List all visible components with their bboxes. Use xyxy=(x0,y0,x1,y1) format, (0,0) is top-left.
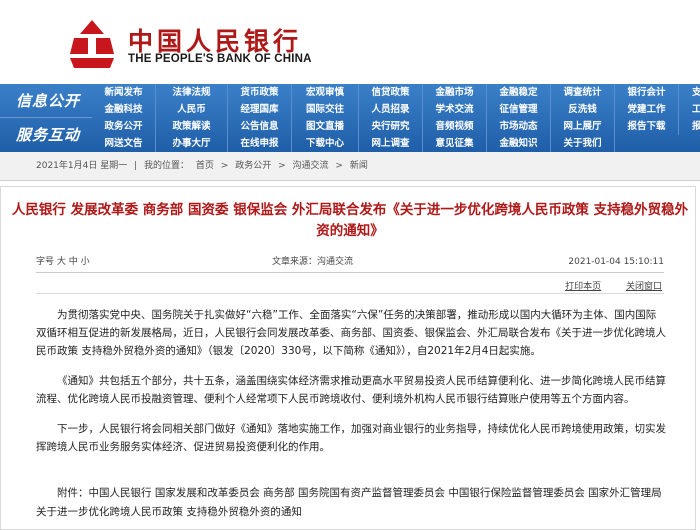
article-paragraph: 下一步，人民银行将会同相关部门做好《通知》落地实施工作，加强对商业银行的业务指导… xyxy=(36,423,666,453)
nav-link[interactable]: 学术交流 xyxy=(423,101,487,118)
nav-link[interactable]: 政策解读 xyxy=(156,118,228,135)
close-window-link[interactable]: 关闭窗口 xyxy=(626,282,662,292)
nav-link[interactable]: 在线申报 xyxy=(228,135,292,152)
nav-link[interactable]: 人员招录 xyxy=(359,101,423,118)
nav-row-4: 网送文告 办事大厅 在线申报 下载中心 网上调查 意见征集 金融知识 关于我们 xyxy=(92,135,700,152)
nav-link[interactable]: 调查统计 xyxy=(551,84,615,101)
nav-link[interactable]: 工会工作 xyxy=(679,101,700,118)
breadcrumb: 2021年1月4日 星期一 | 我的位置： 首页 > 政务公开 > 沟通交流 >… xyxy=(0,152,700,181)
nav-link[interactable]: 意见征集 xyxy=(423,135,487,152)
nav-link[interactable]: 经理国库 xyxy=(228,101,292,118)
article-source: 文章来源：沟通交流 xyxy=(272,257,354,267)
nav-link[interactable]: 公告信息 xyxy=(228,118,292,135)
nav-row-1: 新闻发布 法律法规 货币政策 宏观审慎 信贷政策 金融市场 金融稳定 调查统计 … xyxy=(92,84,700,101)
nav-section-service-interaction: 服务互动 xyxy=(16,126,81,144)
divider xyxy=(36,272,664,273)
current-date: 2021年1月4日 星期一 xyxy=(36,161,128,171)
nav-link[interactable]: 宏观审慎 xyxy=(292,84,359,101)
article-date: 2021-01-04 15:10:11 xyxy=(568,257,664,267)
bank-name-en: THE PEOPLE'S BANK OF CHINA xyxy=(128,53,312,65)
nav-link[interactable]: 金融市场 xyxy=(423,84,487,101)
nav-link[interactable]: 金融知识 xyxy=(487,135,551,152)
article-title: 人民银行 发展改革委 商务部 国资委 银保监会 外汇局联合发布《关于进一步优化跨… xyxy=(11,202,689,239)
nav-link[interactable]: 网送文告 xyxy=(92,135,156,152)
nav-link[interactable]: 金融科技 xyxy=(92,101,156,118)
nav-link[interactable]: 征信管理 xyxy=(487,101,551,118)
breadcrumb-separator: | xyxy=(134,161,138,171)
nav-link[interactable]: 信贷政策 xyxy=(359,84,423,101)
article-body: 为贯彻落实党中央、国务院关于扎实做好“六稳”工作、全面落实“六保”任务的决策部署… xyxy=(36,306,666,468)
nav-link[interactable]: 网上展厅 xyxy=(551,118,615,135)
article-paragraph: 为贯彻落实党中央、国务院关于扎实做好“六稳”工作、全面落实“六保”任务的决策部署… xyxy=(36,309,666,357)
nav-link[interactable]: 货币政策 xyxy=(228,84,292,101)
nav-row-2: 金融科技 人民币 经理国库 国际交往 人员招录 学术交流 征信管理 反洗钱 党建… xyxy=(92,101,700,118)
main-navigation: 信息公开 服务互动 新闻发布 法律法规 货币政策 宏观审慎 信贷政策 金融市场 … xyxy=(0,84,700,152)
nav-link[interactable]: 反洗钱 xyxy=(551,101,615,118)
nav-link[interactable]: 关于我们 xyxy=(551,135,615,152)
nav-link[interactable]: 人民币 xyxy=(156,101,228,118)
nav-link[interactable]: 支付体系 xyxy=(679,84,700,101)
article-actions: 打印本页 关闭窗口 xyxy=(543,279,662,292)
nav-row-3: 政务公开 政策解读 公告信息 图文直播 央行研究 音频视频 市场动态 网上展厅 … xyxy=(92,118,700,135)
nav-link[interactable]: 银行会计 xyxy=(615,84,679,101)
nav-link[interactable]: 新闻发布 xyxy=(92,84,156,101)
nav-link[interactable]: 办事大厅 xyxy=(156,135,228,152)
nav-link[interactable]: 政务公开 xyxy=(92,118,156,135)
nav-link[interactable]: 报刊年鉴 xyxy=(679,118,700,135)
nav-link[interactable]: 央行研究 xyxy=(359,118,423,135)
breadcrumb-link-gov-affairs[interactable]: 政务公开 xyxy=(235,161,271,171)
nav-link[interactable]: 金融稳定 xyxy=(487,84,551,101)
site-header: 中国人民银行 THE PEOPLE'S BANK OF CHINA xyxy=(0,0,700,84)
breadcrumb-link-communication[interactable]: 沟通交流 xyxy=(293,161,329,171)
breadcrumb-link-news[interactable]: 新闻 xyxy=(350,161,368,171)
nav-link[interactable]: 法律法规 xyxy=(156,84,228,101)
article-attachment-link[interactable]: 附件：中国人民银行 国家发展和改革委员会 商务部 国务院国有资产监督管理委员会 … xyxy=(36,484,666,522)
article-paragraph: 《通知》共包括五个部分，共十五条，涵盖围绕实体经济需求推动更高水平贸易投资人民币… xyxy=(36,375,666,405)
nav-grid: 新闻发布 法律法规 货币政策 宏观审慎 信贷政策 金融市场 金融稳定 调查统计 … xyxy=(92,84,700,152)
nav-link[interactable]: 音频视频 xyxy=(423,118,487,135)
nav-link[interactable]: 市场动态 xyxy=(487,118,551,135)
nav-section-info-disclosure: 信息公开 xyxy=(0,84,92,118)
nav-link[interactable]: 下载中心 xyxy=(292,135,359,152)
nav-link[interactable]: 网上调查 xyxy=(359,135,423,152)
font-size-controls[interactable]: 字号 大 中 小 xyxy=(36,254,90,270)
article-meta: 字号 大 中 小 文章来源：沟通交流 2021-01-04 15:10:11 xyxy=(36,254,664,270)
nav-link[interactable]: 图文直播 xyxy=(292,118,359,135)
divider xyxy=(36,293,664,294)
nav-link[interactable]: 报告下载 xyxy=(615,118,679,135)
bank-logo-icon[interactable] xyxy=(66,18,118,70)
nav-link[interactable]: 党建工作 xyxy=(615,101,679,118)
breadcrumb-prefix: 我的位置： xyxy=(144,161,190,171)
nav-link[interactable]: 国际交往 xyxy=(292,101,359,118)
breadcrumb-link-home[interactable]: 首页 xyxy=(196,161,214,171)
print-page-link[interactable]: 打印本页 xyxy=(565,282,601,292)
